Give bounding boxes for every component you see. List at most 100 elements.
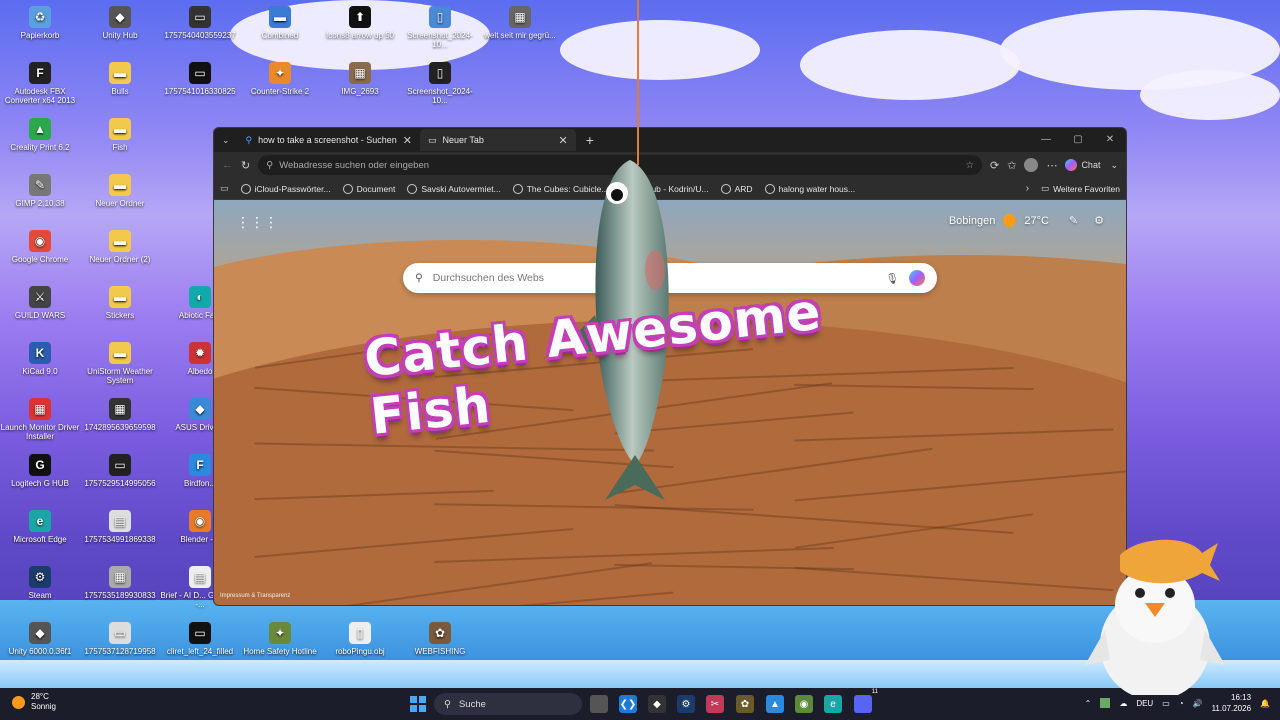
imprint-link[interactable]: Impressum & Transparenz (220, 593, 290, 599)
monitor-icon[interactable]: ▭ (1162, 699, 1170, 708)
penguin-mascot (1085, 539, 1225, 695)
close-tab-icon[interactable]: ✕ (403, 134, 412, 147)
favorite-link[interactable]: ARD (720, 183, 753, 194)
tray-cloud-icon[interactable]: ☁ (1119, 699, 1127, 708)
fishing-game-icon[interactable]: ✿ (736, 695, 754, 713)
edit-pencil-icon[interactable]: ✎ (1069, 214, 1078, 227)
desktop-icon[interactable]: ▬ Fish (80, 118, 160, 152)
steam-icon[interactable]: ⚙ (677, 695, 695, 713)
desktop-icon[interactable]: ▦ Launch Monitor Driver Installer (0, 398, 80, 441)
profile-avatar[interactable] (1024, 158, 1039, 172)
minimize-icon[interactable]: — (1030, 128, 1062, 152)
notifications-bell-icon[interactable]: 🔔 (1260, 699, 1270, 708)
taskbar-weather[interactable]: 28°C Sonnig (12, 692, 56, 712)
desktop-icon[interactable]: ▦ IMG_2693 (320, 62, 400, 96)
tab-search[interactable]: ⚲ how to take a screenshot - Suchen ✕ (238, 129, 420, 151)
favorites-icon[interactable]: ✩ (1007, 159, 1016, 172)
taskbar-search[interactable]: ⚲ Suche (434, 693, 582, 715)
desktop-icon[interactable]: ▭ 1757540403559237 (160, 6, 240, 40)
desktop-icon[interactable]: ✦ Counter-Strike 2 (240, 62, 320, 96)
desktop-icon[interactable]: ▭ 1757529514995056 (80, 454, 160, 488)
maximize-icon[interactable]: ▢ (1062, 128, 1094, 152)
tab-label: how to take a screenshot - Suchen (258, 135, 397, 145)
back-arrow-icon[interactable]: ← (222, 159, 233, 171)
favorite-label: ARD (734, 183, 753, 194)
more-menu-icon[interactable]: ⋯ (1046, 159, 1057, 172)
network-icon[interactable]: ◔ (1179, 699, 1184, 708)
desktop-icon[interactable]: ▬ Bulls (80, 62, 160, 96)
desktop-icon[interactable]: ▤ 1757534991869338 (80, 510, 160, 544)
task-view-icon[interactable] (590, 695, 608, 713)
language-indicator[interactable]: DEU (1136, 699, 1153, 708)
desktop-icon[interactable]: ⬆ Icons8 arrow up 50 (320, 6, 400, 40)
desktop-icon-label: UniStorm Weather System (87, 367, 153, 385)
chevron-up-icon[interactable]: ⌃ (1085, 699, 1092, 708)
desktop-icon[interactable]: ✿ WEBFISHING (400, 622, 480, 656)
edge-icon[interactable]: e (824, 695, 842, 713)
desktop-app-icon: G (29, 454, 51, 476)
desktop-icon[interactable]: ▯ Screenshot_2024-10... (400, 62, 480, 105)
discord-icon[interactable]: 11 (854, 689, 878, 713)
desktop-icon[interactable]: ▦ 1757535189930833 (80, 566, 160, 600)
desktop-icon[interactable]: ▬ Neuer Ordner (80, 174, 160, 208)
close-tab-icon[interactable]: ✕ (558, 134, 567, 147)
desktop-icon[interactable]: ▬ Stickers (80, 286, 160, 320)
desktop-icon[interactable]: ▭ 1757537128719958 (80, 622, 160, 656)
vscode-icon[interactable]: ❮❯ (619, 695, 637, 713)
desktop-icon[interactable]: ◆ Unity Hub (80, 6, 160, 40)
volume-icon[interactable]: 🔊 (1193, 699, 1203, 708)
new-tab-plus-icon[interactable]: + (576, 132, 604, 148)
desktop-icon[interactable]: ▲ Creality Print 6.2 (0, 118, 80, 152)
tab-new[interactable]: ▭ Neuer Tab ✕ (419, 129, 576, 151)
desktop-icon-label: GUILD WARS (14, 311, 66, 320)
blender-icon[interactable]: ◉ (795, 695, 813, 713)
settings-gear-icon[interactable]: ⚙ (1094, 214, 1104, 227)
desktop-icon[interactable]: ⚙ Steam (0, 566, 80, 600)
snipping-tool-icon[interactable]: ✂ (706, 695, 724, 713)
desktop-icon[interactable]: G Logitech G HUB (0, 454, 80, 488)
favorites-toggle-icon[interactable]: ▭ (220, 183, 229, 194)
clock[interactable]: 16:13 11.07.2026 (1212, 692, 1251, 714)
desktop-icon-label: welt seit mir gegrü... (484, 31, 556, 40)
reload-icon[interactable]: ↻ (241, 159, 250, 172)
desktop-icon[interactable]: K KiCad 9.0 (0, 342, 80, 376)
desktop-icon[interactable]: F Autodesk FBX Converter x64 2013 (0, 62, 80, 105)
tab-actions-chevron-icon[interactable]: ⌄ (214, 135, 238, 146)
desktop-icon[interactable]: ▭ cliret_left_24_filled (160, 622, 240, 656)
chevron-right-icon[interactable]: › (1026, 183, 1029, 194)
weather-widget[interactable]: Bobingen 27°C ✎ ⚙ (949, 214, 1104, 227)
favorite-star-icon[interactable]: ☆ (965, 160, 974, 171)
desktop-icon[interactable]: ◆ Unity 6000.0.36f1 (0, 622, 80, 656)
desktop-icon[interactable]: ▬ Neuer Ordner (2) (80, 230, 160, 264)
windows-start-icon[interactable] (410, 696, 426, 712)
desktop-icon[interactable]: ▦ 1742895639659598 (80, 398, 160, 432)
desktop-icon[interactable]: ▬ UniStorm Weather System (80, 342, 160, 385)
close-window-icon[interactable]: ✕ (1094, 128, 1126, 152)
tray-app-icon[interactable] (1100, 698, 1111, 708)
cloud (560, 20, 760, 80)
desktop-icon[interactable]: ▯ Screenshot_2024-10... (400, 6, 480, 49)
extensions-icon[interactable]: ⟳ (990, 159, 999, 172)
copilot-chat-button[interactable]: Chat ⌄ (1065, 159, 1118, 171)
desktop-icon-label: 1757540403559237 (164, 31, 236, 40)
favorite-link[interactable]: iCloud-Passwörter... (240, 183, 331, 194)
desktop-icon[interactable]: ✎ GIMP 2.10.38 (0, 174, 80, 208)
favorite-link[interactable]: halong water hous... (764, 183, 855, 194)
desktop-icon[interactable]: ▭ 1757541016330825 (160, 62, 240, 96)
favorite-link[interactable]: Savski Autovermiet... (407, 183, 501, 194)
desktop-icon[interactable]: ✦ Home Safety Hotline (240, 622, 320, 656)
desktop-icon[interactable]: ▯ roboPingu.obj (320, 622, 400, 656)
desktop-icon[interactable]: ▬ Combined (240, 6, 320, 40)
desktop-icon[interactable]: ⚔ GUILD WARS (0, 286, 80, 320)
desktop-icon[interactable]: ♻ Papierkorb (0, 6, 80, 40)
desktop-icon[interactable]: ◉ Google Chrome (0, 230, 80, 264)
desktop-icon[interactable]: ▦ welt seit mir gegrü... (480, 6, 560, 40)
more-favorites-folder[interactable]: ▭ Weitere Favoriten (1041, 183, 1120, 194)
photos-icon[interactable]: ▲ (766, 695, 784, 713)
desktop-icon-label: IMG_2693 (341, 87, 379, 96)
taskbar-search-label: Suche (458, 698, 486, 710)
unity-icon[interactable]: ◆ (648, 695, 666, 713)
favorite-link[interactable]: Document (342, 183, 395, 194)
desktop-icon[interactable]: e Microsoft Edge (0, 510, 80, 544)
apps-grid-icon[interactable]: ⋮⋮⋮ (236, 214, 278, 231)
